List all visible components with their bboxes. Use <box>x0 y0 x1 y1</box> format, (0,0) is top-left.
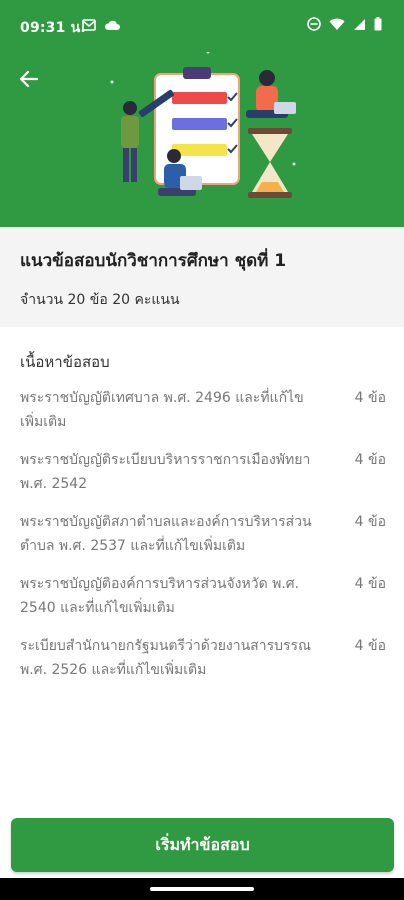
content-item: พระราชบัญญัติสภาตำบลและองค์การบริหารส่วน… <box>20 510 386 558</box>
status-bar: 09:31 น. <box>0 0 404 52</box>
cloud-icon <box>104 16 120 35</box>
content-item-label: ระเบียบสำนักนายกรัฐมนตรีว่าด้วยงานสารบรร… <box>20 638 312 678</box>
back-button[interactable] <box>14 66 44 96</box>
exam-summary: จำนวน 20 ข้อ 20 คะแนน <box>20 292 180 308</box>
wifi-icon <box>329 16 345 35</box>
content-section-title: เนื้อหาข้อสอบ <box>20 353 110 371</box>
content-item-count: 4 ข้อ <box>354 390 386 406</box>
content-item-count: 4 ข้อ <box>354 514 386 530</box>
header-hero <box>0 52 404 227</box>
content-item: พระราชบัญญัติองค์การบริหารส่วนจังหวัด พ.… <box>20 572 386 620</box>
content-item: ระเบียบสำนักนายกรัฐมนตรีว่าด้วยงานสารบรร… <box>20 634 386 682</box>
home-gesture-handle[interactable] <box>150 887 254 891</box>
content-item-label: พระราชบัญญัติเทศบาล พ.ศ. 2496 และที่แก้ไ… <box>20 390 304 430</box>
signal-icon <box>353 16 366 35</box>
arrow-left-icon <box>19 69 39 93</box>
battery-icon <box>374 16 382 35</box>
dnd-icon <box>307 16 321 35</box>
mail-icon <box>82 16 96 35</box>
system-nav-bar <box>0 878 404 900</box>
exam-info-panel: แนวข้อสอบนักวิชาการศึกษา ชุดที่ 1 จำนวน … <box>0 227 404 327</box>
content-list: พระราชบัญญัติเทศบาล พ.ศ. 2496 และที่แก้ไ… <box>20 386 386 696</box>
content-item-count: 4 ข้อ <box>354 638 386 654</box>
content-item-label: พระราชบัญญัติองค์การบริหารส่วนจังหวัด พ.… <box>20 576 300 616</box>
exam-checklist-illustration <box>110 52 296 198</box>
content-item-count: 4 ข้อ <box>354 576 386 592</box>
content-item-label: พระราชบัญญัติสภาตำบลและองค์การบริหารส่วน… <box>20 514 312 554</box>
content-item-count: 4 ข้อ <box>354 452 386 468</box>
status-time: 09:31 น. <box>20 20 86 36</box>
content-item-label: พระราชบัญญัติระเบียบบริหารราชการเมืองพัท… <box>20 452 311 492</box>
content-item: พระราชบัญญัติเทศบาล พ.ศ. 2496 และที่แก้ไ… <box>20 386 386 434</box>
exam-title: แนวข้อสอบนักวิชาการศึกษา ชุดที่ 1 <box>20 251 287 271</box>
content-item: พระราชบัญญัติระเบียบบริหารราชการเมืองพัท… <box>20 448 386 496</box>
start-exam-button[interactable]: เริ่มทำข้อสอบ <box>11 818 394 872</box>
